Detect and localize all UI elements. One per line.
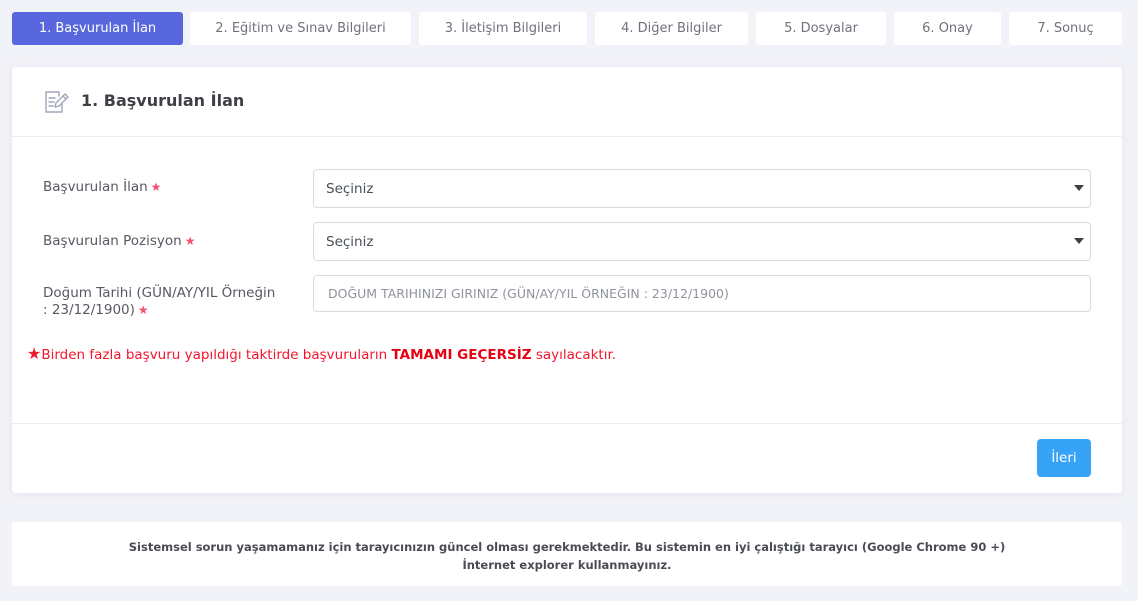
card-footer-divider xyxy=(12,423,1122,424)
wizard-steps: 1. Başvurulan İlan 2. Eğitim ve Sınav Bi… xyxy=(12,12,1122,45)
required-star-icon: ★ xyxy=(137,303,149,317)
browser-notice: Sistemsel sorun yaşamamanız için tarayıc… xyxy=(12,522,1122,586)
ilan-label-text: Başvurulan İlan xyxy=(43,179,148,195)
warning-star-icon: ★ xyxy=(27,344,42,363)
browser-notice-line1: Sistemsel sorun yaşamamanız için tarayıc… xyxy=(128,540,1006,554)
required-star-icon: ★ xyxy=(184,234,196,248)
warning-prefix: Birden fazla başvuru yapıldığı taktirde … xyxy=(41,347,392,363)
ilan-select[interactable]: Seçiniz xyxy=(313,169,1091,208)
required-star-icon: ★ xyxy=(150,180,162,194)
edit-document-icon xyxy=(41,88,69,116)
dogum-label-line1: Doğum Tarihi (GÜN/AY/YIL Örneğin xyxy=(43,285,276,301)
tab-egitim-sinav[interactable]: 2. Eğitim ve Sınav Bilgileri xyxy=(190,12,411,45)
tab-sonuc[interactable]: 7. Sonuç xyxy=(1009,12,1122,45)
caret-down-icon xyxy=(1074,238,1084,244)
ilan-select-value: Seçiniz xyxy=(326,180,374,197)
next-button[interactable]: İleri xyxy=(1037,439,1091,477)
dogum-label-line2: : 23/12/1900) xyxy=(43,302,135,318)
application-card: 1. Başvurulan İlan Başvurulan İlan ★ Seçi… xyxy=(12,67,1122,493)
warning-suffix: sayılacaktır. xyxy=(531,347,617,363)
tab-basvurulan-ilan[interactable]: 1. Başvurulan İlan xyxy=(12,12,183,45)
pozisyon-select-value: Seçiniz xyxy=(326,233,374,250)
page-title: 1. Başvurulan İlan xyxy=(81,91,245,110)
dogum-tarihi-input[interactable] xyxy=(313,275,1091,312)
warning-emphasis: TAMAMI GEÇERSİZ xyxy=(391,347,532,363)
dogum-label: Doğum Tarihi (GÜN/AY/YIL Örneğin : 23/12… xyxy=(43,285,275,319)
tab-iletisim[interactable]: 3. İletişim Bilgileri xyxy=(419,12,587,45)
card-header: 1. Başvurulan İlan xyxy=(12,67,1122,137)
tab-dosyalar[interactable]: 5. Dosyalar xyxy=(756,12,886,45)
ilan-label: Başvurulan İlan ★ xyxy=(43,179,161,196)
tab-diger[interactable]: 4. Diğer Bilgiler xyxy=(595,12,748,45)
caret-down-icon xyxy=(1074,185,1084,191)
pozisyon-label: Başvurulan Pozisyon ★ xyxy=(43,233,195,250)
tab-onay[interactable]: 6. Onay xyxy=(894,12,1001,45)
pozisyon-label-text: Başvurulan Pozisyon xyxy=(43,233,182,249)
browser-notice-line2: İnternet explorer kullanmayınız. xyxy=(462,558,672,572)
pozisyon-select[interactable]: Seçiniz xyxy=(313,222,1091,261)
duplicate-warning: ★Birden fazla başvuru yapıldığı taktirde… xyxy=(27,344,616,363)
